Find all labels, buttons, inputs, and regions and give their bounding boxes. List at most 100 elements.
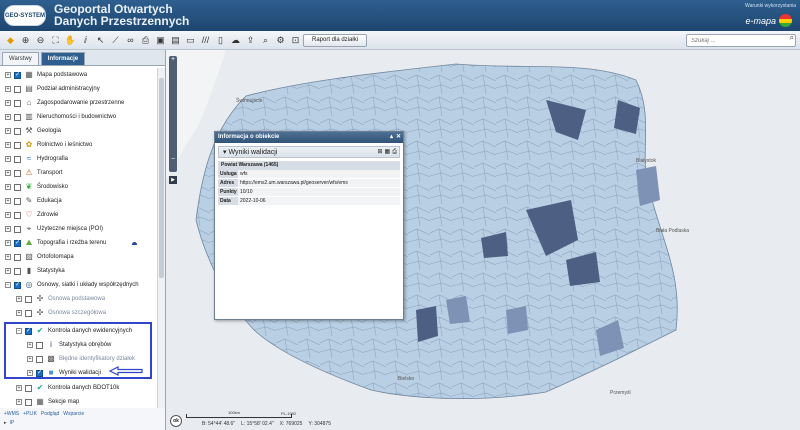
expand-toggle-icon[interactable]: + xyxy=(5,268,11,274)
layer-checkbox[interactable] xyxy=(14,85,21,93)
layer-checkbox[interactable] xyxy=(14,113,21,121)
search-icon[interactable]: ⌕ xyxy=(790,33,794,43)
terms-link[interactable]: Warunki wykorzystania xyxy=(745,3,796,9)
slashes-icon[interactable]: /// xyxy=(199,34,212,47)
tree-item[interactable]: + ⚒ Geologia xyxy=(5,124,61,138)
tree-item[interactable]: + ▥ Nieruchomości i budownictwo xyxy=(5,110,116,124)
zoom-plus-icon[interactable]: + xyxy=(169,56,177,64)
search-input[interactable] xyxy=(686,34,796,47)
expand-toggle-icon[interactable]: + xyxy=(16,296,22,302)
tree-item[interactable]: + ❦ Środowisko xyxy=(5,180,68,194)
file-link[interactable]: +PLIK xyxy=(23,411,37,417)
layer-checkbox[interactable] xyxy=(14,253,21,261)
zoom-minus-icon[interactable]: − xyxy=(169,156,177,164)
expand-toggle-icon[interactable]: + xyxy=(5,184,11,190)
layer-checkbox[interactable]: ✓ xyxy=(14,281,21,289)
tab-information[interactable]: Informacje xyxy=(40,52,86,65)
tree-item[interactable]: + ▤ Podział administracyjny xyxy=(5,82,100,96)
preview-link[interactable]: Podgląd xyxy=(41,411,59,417)
tree-item[interactable]: + ▨ Ortofotomapa xyxy=(5,250,74,264)
expand-toggle-icon[interactable]: + xyxy=(5,72,11,78)
tree-item[interactable]: + ♡ Zdrowie xyxy=(5,208,58,222)
layer-checkbox[interactable] xyxy=(25,295,32,303)
tree-item[interactable]: + ▦ Sekcje map xyxy=(16,395,79,408)
layers-icon[interactable]: ◆ xyxy=(4,34,17,47)
zoom-in-icon[interactable]: ⊕ xyxy=(19,34,32,47)
tree-item[interactable]: + ✔ Kontrola danych BDOT10k xyxy=(16,381,119,395)
expand-toggle-icon[interactable]: + xyxy=(5,254,11,260)
layer-checkbox[interactable] xyxy=(14,197,21,205)
layer-checkbox[interactable] xyxy=(25,384,32,392)
settings-icon[interactable]: ⚙ xyxy=(274,34,287,47)
legend-dot-icon[interactable] xyxy=(132,241,138,245)
layer-checkbox[interactable] xyxy=(25,398,32,406)
print-icon[interactable]: ⎙ xyxy=(392,147,397,158)
layer-checkbox[interactable] xyxy=(14,267,21,275)
expand-toggle-icon[interactable]: + xyxy=(16,310,22,316)
layer-checkbox[interactable] xyxy=(14,127,21,135)
wms-link[interactable]: +WMS xyxy=(4,411,19,417)
tab-layers[interactable]: Warstwy xyxy=(2,52,39,65)
scrollbar-thumb[interactable] xyxy=(159,78,164,278)
tree-item[interactable]: + ⌖ Użyteczne miejsca (POI) xyxy=(5,222,103,236)
tree-item[interactable]: + ⚠ Transport xyxy=(5,166,62,180)
layer-checkbox[interactable] xyxy=(14,183,21,191)
expand-toggle-icon[interactable]: + xyxy=(5,170,11,176)
collapse-icon[interactable]: ▴ xyxy=(390,132,393,143)
print-icon[interactable]: ⎙ xyxy=(139,34,152,47)
expand-toggle-icon[interactable]: + xyxy=(5,114,11,120)
expand-toggle-icon[interactable]: + xyxy=(16,399,22,405)
info-pin-icon[interactable]: ⅈ xyxy=(79,34,92,47)
feature-info-popup[interactable]: Informacja o obiekcie ▴ ✕ ▾ Wyniki walid… xyxy=(214,131,404,320)
zoom-to-icon[interactable]: ⊞ xyxy=(377,147,382,158)
tree-item[interactable]: − ✓ ◎ Osnowy, siatki i układy współrzędnych xyxy=(5,278,139,292)
expand-toggle-icon[interactable]: + xyxy=(5,86,11,92)
expand-toggle-icon[interactable]: + xyxy=(5,156,11,162)
select-arrow-icon[interactable]: ↖ xyxy=(94,34,107,47)
panel-scrollbar[interactable] xyxy=(157,68,165,408)
layer-checkbox[interactable] xyxy=(25,309,32,317)
measure-icon[interactable]: ⟋ xyxy=(109,34,122,47)
popup-title-bar[interactable]: Informacja o obiekcie ▴ ✕ xyxy=(215,132,403,143)
cloud-icon[interactable]: ☁ xyxy=(229,34,242,47)
expand-toggle-icon[interactable]: − xyxy=(5,282,11,288)
layer-checkbox[interactable] xyxy=(14,141,21,149)
bus-icon[interactable]: ▭ xyxy=(184,34,197,47)
tree-item[interactable]: + ✿ Rolnictwo i leśnictwo xyxy=(5,138,92,152)
link-icon[interactable]: ∞ xyxy=(124,34,137,47)
expand-toggle-icon[interactable]: + xyxy=(5,100,11,106)
layer-checkbox[interactable]: ✓ xyxy=(14,71,21,79)
tree-item[interactable]: + ✣ Osnowa podstawowa xyxy=(16,292,105,306)
tree-item[interactable]: + ✎ Edukacja xyxy=(5,194,62,208)
tree-item[interactable]: + ✣ Osnowa szczegółowa xyxy=(16,306,106,320)
layer-checkbox[interactable] xyxy=(14,211,21,219)
layer-checkbox[interactable] xyxy=(14,99,21,107)
save-icon[interactable]: ▣ xyxy=(154,34,167,47)
geo-system-logo[interactable]: GEO-SYSTEM xyxy=(4,5,46,26)
pan-hand-icon[interactable]: ✋ xyxy=(64,34,77,47)
tree-item[interactable]: + ▮ Statystyka xyxy=(5,264,65,278)
layer-checkbox[interactable] xyxy=(14,169,21,177)
expand-toggle-icon[interactable]: + xyxy=(5,212,11,218)
cart-icon[interactable]: ⊡ xyxy=(289,34,302,47)
popup-section-header[interactable]: ▾ Wyniki walidacji ⊞ ▦ ⎙ xyxy=(218,146,400,158)
expand-toggle-icon[interactable]: + xyxy=(5,128,11,134)
zoom-extent-icon[interactable]: ⛶ xyxy=(49,34,62,47)
expand-toggle-icon[interactable]: + xyxy=(16,385,22,391)
collapse-arrow-icon[interactable]: ▾ xyxy=(223,149,227,156)
layer-checkbox[interactable]: ✓ xyxy=(14,239,21,247)
zoom-slider[interactable]: + − xyxy=(169,56,177,172)
emapa-brand[interactable]: e-mapa xyxy=(745,14,792,27)
table-icon[interactable]: ▦ xyxy=(385,147,391,158)
expand-toggle-icon[interactable]: + xyxy=(5,240,11,246)
document-icon[interactable]: ▯ xyxy=(214,34,227,47)
report-parcel-button[interactable]: Raport dla działki xyxy=(303,34,368,47)
tree-item[interactable]: + ✓ ▦ Mapa podstawowa xyxy=(5,68,87,82)
ok-button[interactable]: ok xyxy=(170,415,182,427)
layer-checkbox[interactable] xyxy=(14,155,21,163)
expand-panel-icon[interactable]: ▶ xyxy=(169,176,177,184)
tree-item[interactable]: + ✓ ⛰ Topografia i rzeźba terenu xyxy=(5,236,138,250)
tile-icon[interactable]: ▤ xyxy=(169,34,182,47)
layer-checkbox[interactable] xyxy=(14,225,21,233)
expand-toggle-icon[interactable]: + xyxy=(5,142,11,148)
